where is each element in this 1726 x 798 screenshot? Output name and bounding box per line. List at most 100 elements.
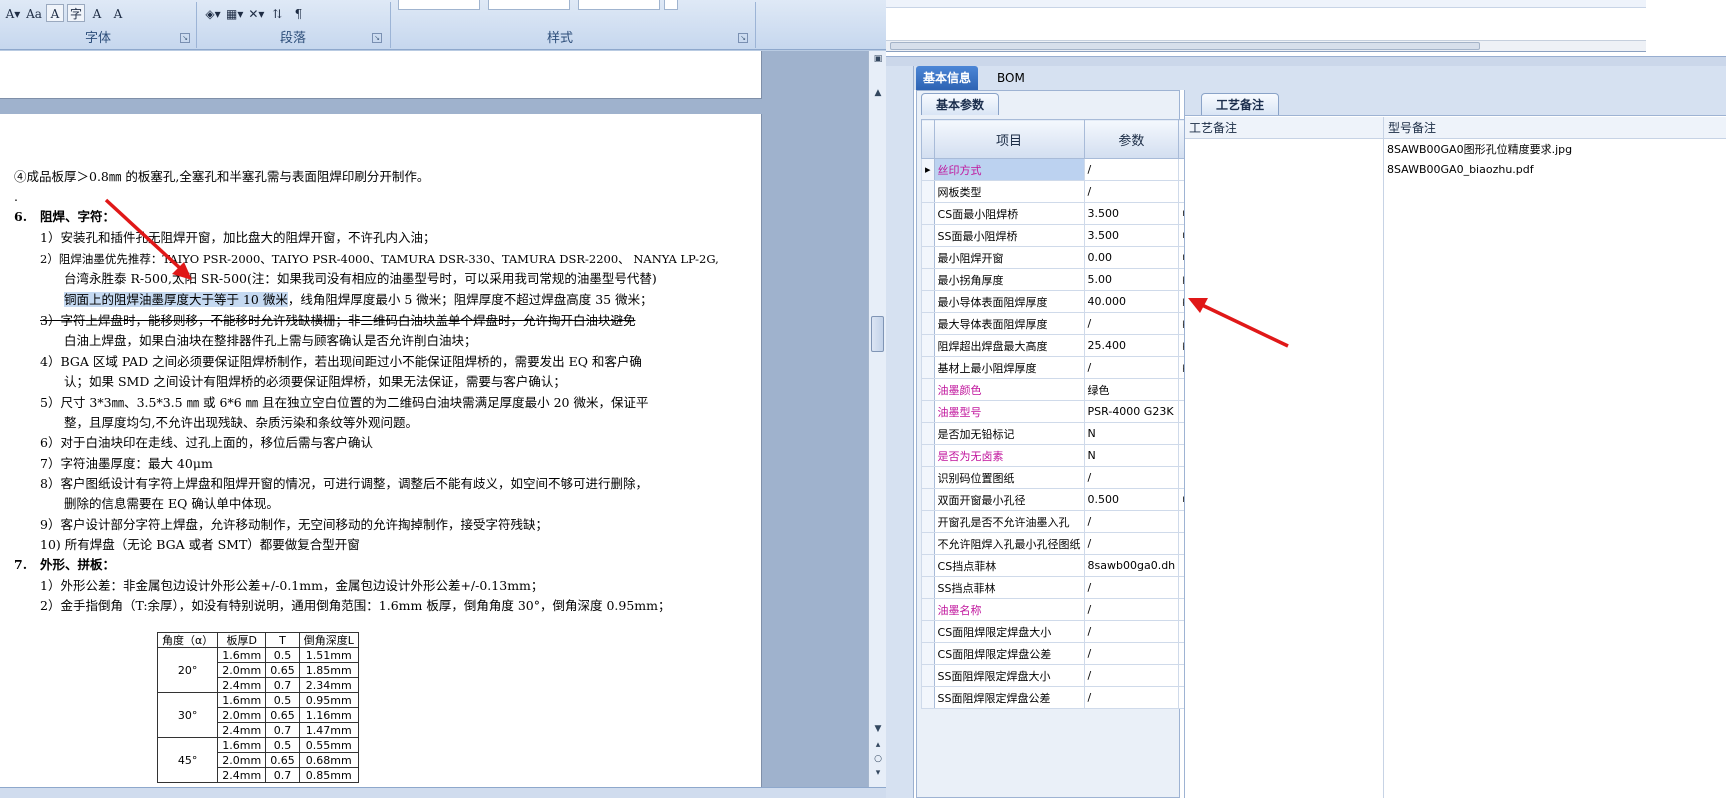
shrink-font-button[interactable]: A — [109, 4, 127, 22]
param-name-cell[interactable]: CS挡点菲林 — [933, 554, 1085, 577]
font-color-button[interactable]: A▾ — [4, 4, 22, 22]
table-row[interactable]: 油墨名称 / — [921, 598, 1206, 621]
param-name-cell[interactable]: 油墨名称 — [933, 598, 1085, 621]
row-selector[interactable] — [921, 510, 935, 533]
table-row[interactable]: 双面开窗最小孔径0.500mm — [921, 488, 1206, 511]
table-row[interactable]: 网板类型 / — [921, 180, 1206, 203]
param-value-cell[interactable]: / — [1083, 356, 1180, 379]
borders-icon[interactable]: ▦▾ — [225, 4, 244, 22]
sort-icon[interactable]: ⇅ — [268, 4, 286, 22]
scroll-down-icon[interactable]: ▼ — [872, 723, 884, 735]
param-name-cell[interactable]: 最大导体表面阻焊厚度 — [933, 312, 1085, 335]
param-value-cell[interactable]: / — [1083, 686, 1180, 709]
param-name-cell[interactable]: SS面阻焊限定焊盘大小 — [933, 664, 1085, 687]
table-row[interactable]: 基材上最小阻焊厚度/μm — [921, 356, 1206, 379]
param-name-cell[interactable]: 最小导体表面阻焊厚度 — [933, 290, 1085, 313]
param-value-cell[interactable]: / — [1083, 598, 1180, 621]
row-selector[interactable] — [921, 642, 935, 665]
grow-font-button[interactable]: A — [88, 4, 106, 22]
table-row[interactable]: 最大导体表面阻焊厚度/μm — [921, 312, 1206, 335]
params-grid[interactable]: 项目 参数 单位 ▸丝印方式/网板类型/CS面最小阻焊桥3.500milSS面最… — [921, 119, 1206, 709]
row-selector[interactable] — [921, 422, 935, 445]
row-selector[interactable] — [921, 268, 935, 291]
param-name-cell[interactable]: 阻焊超出焊盘最大高度 — [933, 334, 1085, 357]
param-value-cell[interactable]: 8sawb00ga0.dh — [1083, 554, 1180, 577]
param-value-cell[interactable]: 25.400 — [1083, 334, 1180, 357]
prev-page-icon[interactable]: ▴ — [872, 739, 884, 751]
table-row[interactable]: 不允许阻焊入孔最小孔径图纸 / — [921, 532, 1206, 555]
row-selector[interactable] — [921, 180, 935, 203]
scrollbar-thumb[interactable] — [871, 316, 884, 352]
tab-basic-params[interactable]: 基本参数 — [921, 93, 1000, 115]
attachment-file-link[interactable]: 8SAWB00GA0_biaozhu.pdf — [1387, 163, 1534, 176]
style-preview-1[interactable] — [398, 0, 480, 10]
column-header-model-notes[interactable]: 型号备注 — [1384, 117, 1726, 139]
param-name-cell[interactable]: CS面最小阻焊桥 — [933, 202, 1085, 225]
row-selector[interactable] — [921, 246, 935, 269]
param-value-cell[interactable]: / — [1083, 158, 1180, 181]
param-value-cell[interactable]: 绿色 — [1083, 378, 1180, 401]
row-selector[interactable] — [921, 532, 935, 555]
param-name-cell[interactable]: 丝印方式 — [933, 158, 1085, 181]
column-header-item[interactable]: 项目 — [933, 119, 1085, 159]
table-row[interactable]: 阻焊超出焊盘最大高度25.400μm — [921, 334, 1206, 357]
font-dialog-launcher-icon[interactable]: ↘ — [180, 33, 190, 43]
paragraph-dialog-launcher-icon[interactable]: ↘ — [372, 33, 382, 43]
table-row[interactable]: CS挡点菲林 8sawb00ga0.dh — [921, 554, 1206, 577]
param-value-cell[interactable]: 40.000 — [1083, 290, 1180, 313]
param-name-cell[interactable]: 基材上最小阻焊厚度 — [933, 356, 1085, 379]
param-name-cell[interactable]: 不允许阻焊入孔最小孔径图纸 — [933, 532, 1085, 555]
param-value-cell[interactable]: 5.00 — [1083, 268, 1180, 291]
asian-layout-icon[interactable]: ✕▾ — [247, 4, 265, 22]
ruler-toggle-icon[interactable]: ▣ — [872, 53, 884, 65]
param-value-cell[interactable]: 0.00 — [1083, 246, 1180, 269]
table-row[interactable] — [886, 0, 1646, 8]
table-row[interactable]: CS面阻焊限定焊盘公差 / — [921, 642, 1206, 665]
table-row[interactable]: 最小拐角厚度5.00μm — [921, 268, 1206, 291]
table-row[interactable]: SS面阻焊限定焊盘公差 / — [921, 686, 1206, 709]
table-row[interactable]: SS挡点菲林 / — [921, 576, 1206, 599]
param-value-cell[interactable]: / — [1083, 642, 1180, 665]
param-name-cell[interactable]: SS面阻焊限定焊盘公差 — [933, 686, 1085, 709]
row-selector[interactable] — [921, 334, 935, 357]
change-case-button[interactable]: Aa — [25, 4, 43, 22]
select-browse-object-icon[interactable]: ○ — [872, 753, 884, 765]
row-selector[interactable] — [921, 554, 935, 577]
row-selector[interactable] — [921, 444, 935, 467]
row-selector[interactable] — [921, 202, 935, 225]
row-selector[interactable] — [921, 400, 935, 423]
row-selector[interactable] — [921, 224, 935, 247]
horizontal-scrollbar[interactable] — [886, 40, 1646, 51]
table-row[interactable]: 开窗孔是否不允许油墨入孔 / — [921, 510, 1206, 533]
attachment-file-link[interactable]: 8SAWB00GA0图形孔位精度要求.jpg — [1387, 141, 1572, 157]
param-name-cell[interactable]: CS面阻焊限定焊盘公差 — [933, 642, 1085, 665]
table-row[interactable]: SS面最小阻焊桥3.500mil — [921, 224, 1206, 247]
table-row[interactable]: SS面阻焊限定焊盘大小 / — [921, 664, 1206, 687]
tab-bom[interactable]: BOM — [990, 66, 1032, 90]
table-row[interactable]: 油墨颜色 绿色 — [921, 378, 1206, 401]
row-selector[interactable] — [921, 576, 935, 599]
row-selector[interactable] — [921, 488, 935, 511]
tab-basic-info[interactable]: 基本信息 — [916, 66, 979, 90]
param-name-cell[interactable]: SS面最小阻焊桥 — [933, 224, 1085, 247]
param-value-cell[interactable]: / — [1083, 312, 1180, 335]
table-row[interactable]: CS面最小阻焊桥3.500mil — [921, 202, 1206, 225]
table-row[interactable]: 油墨型号 PSR-4000 G23K — [921, 400, 1206, 423]
param-value-cell[interactable]: / — [1083, 180, 1180, 203]
param-value-cell[interactable]: / — [1083, 576, 1180, 599]
document-scrollbar[interactable]: ▣ ▲ ▼ ▴ ○ ▾ — [868, 51, 886, 787]
document-page[interactable]: ④成品板厚＞0.8㎜ 的板塞孔,全塞孔和半塞孔需与表面阻焊印刷分开制作。 . 6… — [0, 114, 762, 794]
shading-icon[interactable]: ◈▾ — [204, 4, 222, 22]
row-selector[interactable]: ▸ — [921, 158, 935, 181]
param-value-cell[interactable]: / — [1083, 620, 1180, 643]
scrollbar-thumb[interactable] — [890, 42, 1480, 50]
table-row[interactable]: 最小阻焊开窗0.00mil — [921, 246, 1206, 269]
scroll-up-icon[interactable]: ▲ — [872, 87, 884, 99]
row-selector[interactable] — [921, 312, 935, 335]
table-row[interactable]: ▸ 丝印方式 / — [921, 158, 1206, 181]
param-name-cell[interactable]: 双面开窗最小孔径 — [933, 488, 1085, 511]
table-row[interactable]: 是否为无卤素 N — [921, 444, 1206, 467]
panel-splitter[interactable] — [886, 56, 1726, 66]
param-name-cell[interactable]: SS挡点菲林 — [933, 576, 1085, 599]
row-selector[interactable] — [921, 598, 935, 621]
